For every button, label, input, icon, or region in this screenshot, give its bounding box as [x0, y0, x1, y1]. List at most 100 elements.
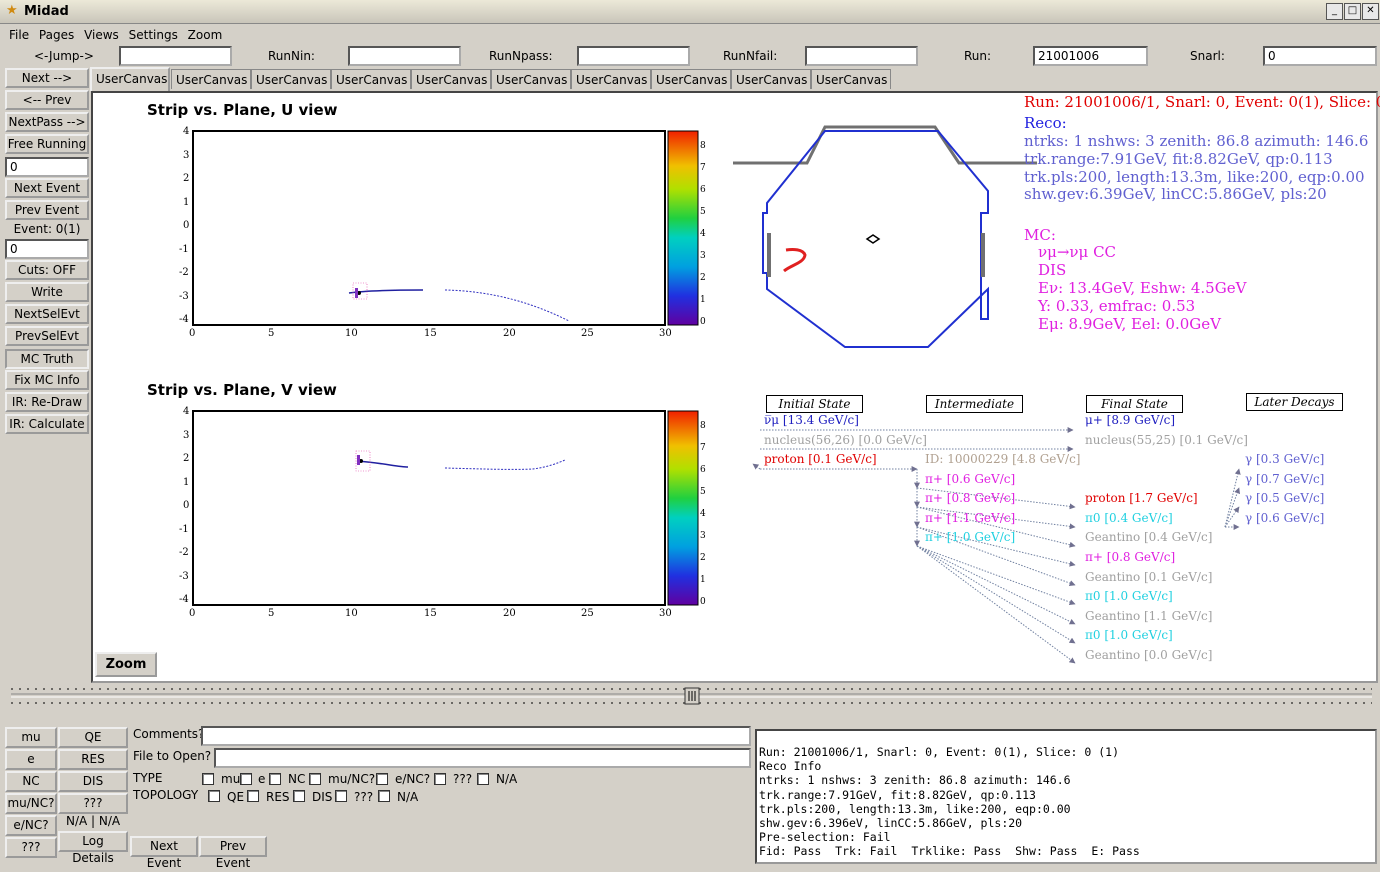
unknown-topology-button[interactable]: ??? [58, 793, 128, 814]
runnin-input[interactable] [348, 46, 461, 66]
tab-usercanvas-1[interactable]: UserCanvas [90, 67, 170, 91]
topology-na-checkbox[interactable] [378, 790, 390, 802]
menu-file[interactable]: File [9, 25, 29, 45]
canvas-slider[interactable] [5, 684, 1378, 708]
jump-input[interactable] [119, 46, 232, 66]
v-x-tick: 30 [659, 608, 672, 619]
menu-settings[interactable]: Settings [129, 25, 178, 45]
type-mu-checkbox[interactable] [202, 773, 214, 785]
tab-usercanvas-9[interactable]: UserCanvas [731, 69, 811, 89]
right-coil [981, 233, 985, 277]
u-x-tick: 15 [424, 328, 437, 339]
prev-button[interactable]: <-- Prev [5, 90, 89, 110]
nextselevt-button[interactable]: NextSelEvt [5, 304, 89, 324]
next-event-button[interactable]: Next Event [5, 178, 89, 198]
unknown-type-button[interactable]: ??? [5, 837, 57, 858]
u-x-tick: 0 [189, 328, 196, 339]
tab-usercanvas-8[interactable]: UserCanvas [651, 69, 731, 89]
tab-usercanvas-3[interactable]: UserCanvas [251, 69, 331, 89]
v-y-tick: 2 [183, 453, 190, 464]
file-open-input[interactable] [214, 748, 751, 768]
later-particle: γ [0.7 GeV/c] [1245, 472, 1325, 486]
maximize-button[interactable]: □ [1344, 3, 1361, 20]
topology-res-checkbox[interactable] [247, 790, 259, 802]
mu-nc-button[interactable]: mu/NC? [5, 793, 57, 814]
topology-dis-checkbox[interactable] [293, 790, 305, 802]
type-na-checkbox[interactable] [477, 773, 489, 785]
u-y-tick: 0 [183, 220, 190, 231]
v-z-tick: 5 [700, 487, 706, 497]
menu-pages[interactable]: Pages [39, 25, 74, 45]
minimize-button[interactable]: _ [1326, 3, 1343, 20]
run-input[interactable]: 21001006 [1033, 46, 1148, 66]
topology-res-label: RES [266, 790, 290, 804]
res-button[interactable]: RES [58, 749, 128, 770]
event-log: Run: 21001006/1, Snarl: 0, Event: 0(1), … [755, 729, 1377, 864]
final-particle: Geantino [0.4 GeV/c] [1085, 530, 1213, 544]
qe-button[interactable]: QE [58, 727, 128, 748]
nextpass-button[interactable]: NextPass --> [5, 112, 89, 132]
tab-usercanvas-2[interactable]: UserCanvas [171, 69, 251, 89]
write-button[interactable]: Write [5, 282, 89, 302]
free-running-button[interactable]: Free Running [5, 134, 89, 154]
tab-usercanvas-10[interactable]: UserCanvas [811, 69, 891, 89]
comments-input[interactable] [201, 726, 751, 746]
mc-truth-button[interactable]: MC Truth [5, 349, 89, 369]
prev-event-button[interactable]: Prev Event [5, 200, 89, 220]
log-line: trk.pls:200, length:13.3m, like:200, eqp… [759, 801, 1071, 816]
nc-button[interactable]: NC [5, 771, 57, 792]
comments-label: Comments? [133, 727, 205, 741]
user-canvas[interactable]: Strip vs. Plane, U view Strip vs. Plane,… [91, 91, 1380, 683]
log-line: Run: 21001006/1, Snarl: 0, Event: 0(1), … [759, 745, 1120, 759]
type-e-nc-checkbox[interactable] [376, 773, 388, 785]
event-number-input[interactable]: 0 [5, 239, 89, 259]
next-button[interactable]: Next --> [5, 68, 89, 88]
window-title: Midad [24, 4, 69, 19]
u-color-scale [667, 130, 699, 326]
cuts-button[interactable]: Cuts: OFF [5, 260, 89, 280]
dis-button[interactable]: DIS [58, 771, 128, 792]
ir-calculate-button[interactable]: IR: Calculate [5, 414, 89, 434]
snarl-label: Snarl: [1190, 49, 1225, 63]
v-y-tick: 3 [183, 430, 190, 441]
ir-redraw-button[interactable]: IR: Re-Draw [5, 392, 89, 412]
mc-line: Eν: 13.4GeV, Eshw: 4.5GeV [1038, 279, 1247, 297]
zoom-button[interactable]: Zoom [95, 652, 157, 677]
topology-unknown-checkbox[interactable] [335, 790, 347, 802]
fix-mc-info-button[interactable]: Fix MC Info [5, 370, 89, 390]
close-button[interactable]: ✕ [1362, 3, 1379, 20]
e-button[interactable]: e [5, 749, 57, 770]
type-e-checkbox[interactable] [240, 773, 252, 785]
u-x-tick: 25 [581, 328, 594, 339]
tab-usercanvas-6[interactable]: UserCanvas [491, 69, 571, 89]
prevselevt-button[interactable]: PrevSelEvt [5, 326, 89, 346]
e-nc-button[interactable]: e/NC? [5, 815, 57, 836]
bottom-next-event-button[interactable]: Next Event [130, 836, 198, 870]
type-e-nc-label: e/NC? [395, 772, 431, 786]
intermediate-particle: ID: 10000229 [4.8 GeV/c] [925, 452, 1081, 466]
later-particle: γ [0.3 GeV/c] [1245, 452, 1325, 466]
tab-usercanvas-5[interactable]: UserCanvas [411, 69, 491, 89]
final-particle: nucleus(55,25) [0.1 GeV/c] [1085, 433, 1248, 447]
event-jump-input[interactable]: 0 [5, 157, 89, 177]
menu-zoom[interactable]: Zoom [188, 25, 223, 45]
type-nc-checkbox[interactable] [269, 773, 281, 785]
bottom-prev-event-button[interactable]: Prev Event [199, 836, 267, 870]
navigation-row: <-Jump-> RunNin: RunNpass: RunNfail: Run… [0, 46, 1380, 68]
runnpass-input[interactable] [577, 46, 690, 66]
v-x-tick: 0 [189, 608, 196, 619]
tab-usercanvas-7[interactable]: UserCanvas [571, 69, 651, 89]
u-y-tick: -2 [179, 267, 189, 278]
log-details-button[interactable]: Log Details [58, 831, 128, 865]
u-plot-frame [192, 130, 666, 326]
tab-usercanvas-4[interactable]: UserCanvas [331, 69, 411, 89]
v-plot-frame [192, 410, 666, 606]
snarl-input[interactable]: 0 [1263, 46, 1377, 66]
type-unknown-checkbox[interactable] [434, 773, 446, 785]
type-mu-nc-checkbox[interactable] [309, 773, 321, 785]
runnfail-input[interactable] [805, 46, 918, 66]
u-y-tick: -1 [179, 244, 189, 255]
mu-button[interactable]: mu [5, 727, 57, 748]
topology-qe-checkbox[interactable] [208, 790, 220, 802]
menu-views[interactable]: Views [84, 25, 119, 45]
